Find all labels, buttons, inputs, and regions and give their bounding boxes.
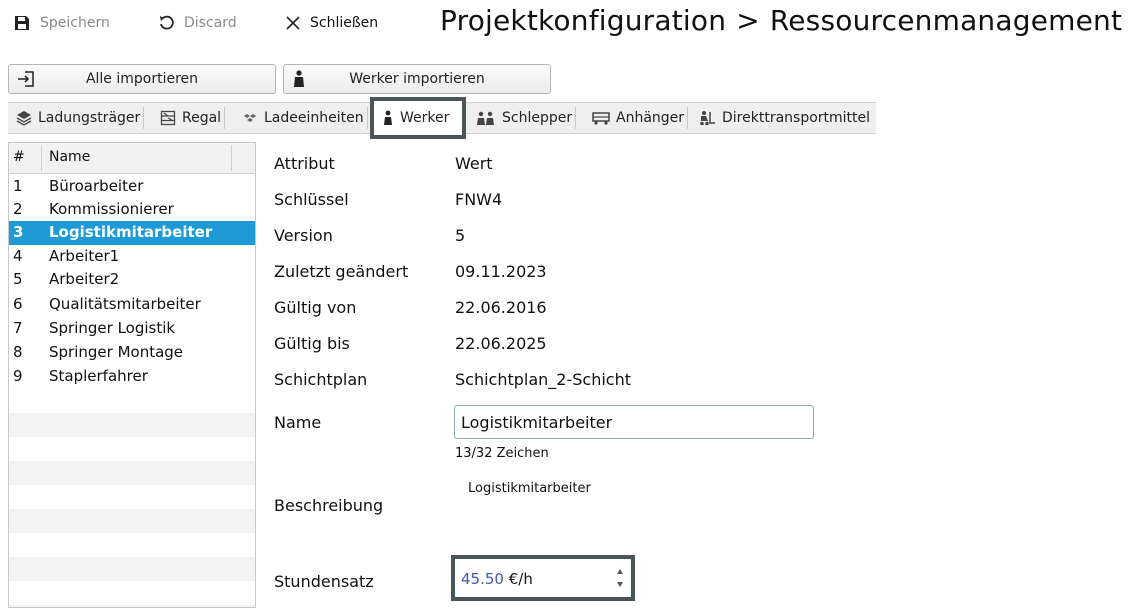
name-input[interactable]: Logistikmitarbeiter <box>454 405 814 439</box>
shelf-icon <box>160 110 176 126</box>
shift-plan-value: Schichtplan_2-Schicht <box>455 370 631 389</box>
tab-label: Schlepper <box>502 110 573 126</box>
spinner-arrows-icon[interactable] <box>615 563 625 593</box>
list-item[interactable]: 4 Arbeiter1 <box>9 245 255 269</box>
hourly-rate-spinbox[interactable]: 45.50 €/h <box>451 555 635 601</box>
valid-from-label: Gültig von <box>274 298 357 317</box>
hourly-rate-value: 45.50 <box>461 570 504 588</box>
column-header-name[interactable]: Name <box>49 149 90 165</box>
list-item[interactable]: 8 Springer Montage <box>9 341 255 365</box>
boxes-icon <box>244 114 256 122</box>
trailer-icon <box>592 112 610 125</box>
breadcrumb-separator: > <box>736 4 760 37</box>
close-button[interactable]: Schließen <box>286 8 378 38</box>
shift-plan-label: Schichtplan <box>274 370 368 389</box>
save-button[interactable]: Speichern <box>14 8 110 38</box>
name-label: Name <box>274 413 322 432</box>
valid-to-value: 22.06.2025 <box>455 334 547 353</box>
save-label: Speichern <box>40 15 110 31</box>
tab-werker-active[interactable]: Werker <box>382 103 449 133</box>
version-value: 5 <box>455 226 466 245</box>
tab-anhaenger[interactable]: Anhänger <box>592 103 689 133</box>
description-label: Beschreibung <box>274 496 384 515</box>
valid-to-label: Gültig bis <box>274 334 350 353</box>
version-label: Version <box>274 226 333 245</box>
attribute-header: Attribut <box>274 154 335 173</box>
page-title: Projektkonfiguration > Ressourcenmanagemen… <box>440 4 1122 37</box>
tab-ladeeinheiten[interactable]: Ladeeinheiten <box>242 103 368 133</box>
hourly-rate-label: Stundensatz <box>274 572 374 591</box>
import-all-button[interactable]: Alle importieren <box>8 64 276 94</box>
tab-label: Ladeeinheiten <box>264 110 364 126</box>
worker-icon <box>384 110 392 125</box>
valid-from-value: 22.06.2016 <box>455 298 547 317</box>
werker-list: # Name 1 Büroarbeiter 2 Kommissionierer 3L… <box>8 142 256 608</box>
import-werker-button[interactable]: Werker importieren <box>283 64 551 94</box>
save-icon <box>15 16 29 30</box>
discard-button[interactable]: Discard <box>158 8 237 38</box>
value-header: Wert <box>455 154 493 173</box>
tab-schlepper[interactable]: Schlepper <box>476 103 577 133</box>
key-label: Schlüssel <box>274 190 349 209</box>
breadcrumb-project: Projektkonfiguration <box>440 4 727 37</box>
tab-regal[interactable]: Regal <box>160 103 226 133</box>
list-header: # Name <box>9 143 255 174</box>
tab-label: Anhänger <box>616 110 685 126</box>
list-item[interactable]: 1 Büroarbeiter <box>9 175 255 199</box>
changed-label: Zuletzt geändert <box>274 262 409 281</box>
name-char-counter: 13/32 Zeichen <box>455 446 549 461</box>
import-all-label: Alle importieren <box>85 71 199 87</box>
discard-label: Discard <box>184 15 237 31</box>
tab-label: Direkttransportmittel <box>722 110 871 126</box>
list-item[interactable]: 7 Springer Logistik <box>9 317 255 341</box>
list-item-selected[interactable]: 3 Logistikmitarbeiter <box>9 221 255 245</box>
tab-ladungstraeger[interactable]: Ladungsträger <box>16 103 145 133</box>
list-item[interactable]: 6 Qualitätsmitarbeiter <box>9 293 255 317</box>
close-icon <box>286 16 300 30</box>
column-header-number[interactable]: # <box>13 149 25 165</box>
tab-label: Werker <box>400 110 450 126</box>
close-label: Schließen <box>310 15 379 31</box>
key-value: FNW4 <box>455 190 503 209</box>
import-werker-label: Werker importieren <box>349 71 485 87</box>
hourly-rate-unit: €/h <box>508 570 533 588</box>
forklift-icon <box>700 111 715 126</box>
stack-icon <box>16 111 32 126</box>
changed-value: 09.11.2023 <box>455 262 547 281</box>
description-field[interactable]: Logistikmitarbeiter <box>468 481 591 496</box>
undo-icon <box>160 15 174 30</box>
breadcrumb-resources: Ressourcenmanagement <box>769 4 1123 37</box>
list-item[interactable]: 5 Arbeiter2 <box>9 268 255 292</box>
tab-direkttransportmittel[interactable]: Direkttransportmittel <box>698 103 870 133</box>
tug-icon <box>477 111 494 125</box>
list-item[interactable]: 9 Staplerfahrer <box>9 365 255 389</box>
tab-label: Regal <box>182 110 222 126</box>
tab-label: Ladungsträger <box>38 110 141 126</box>
list-item[interactable]: 2 Kommissionierer <box>9 198 255 222</box>
